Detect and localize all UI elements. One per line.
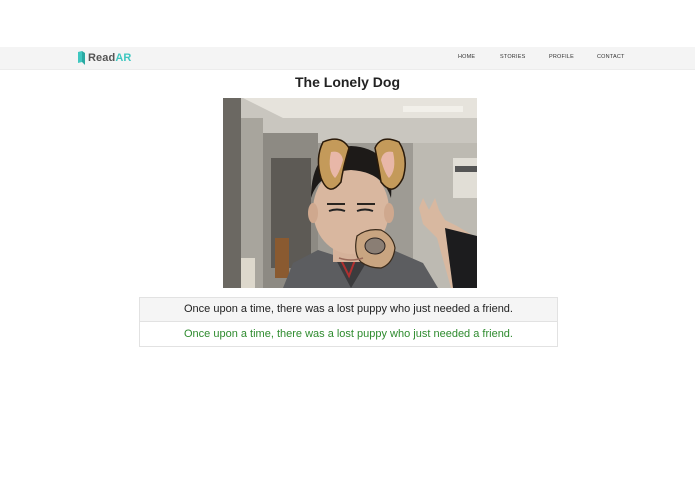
story-spoken-line: Once upon a time, there was a lost puppy… xyxy=(184,328,513,340)
nav-profile-link[interactable]: PROFILE xyxy=(549,54,574,60)
nav-links: HOME STORIES PROFILE CONTACT xyxy=(0,47,695,69)
camera-feed-image xyxy=(223,98,477,288)
story-text-box: Once upon a time, there was a lost puppy… xyxy=(139,297,558,347)
nav-contact-link[interactable]: CONTACT xyxy=(597,54,625,60)
top-navbar: ReadAR HOME STORIES PROFILE CONTACT xyxy=(0,47,695,70)
story-title: The Lonely Dog xyxy=(295,74,400,90)
camera-feed-with-dog-filter-icon xyxy=(223,98,477,288)
nav-home-link[interactable]: HOME xyxy=(458,54,475,60)
nav-stories-link[interactable]: STORIES xyxy=(500,54,525,60)
story-original-line: Once upon a time, there was a lost puppy… xyxy=(140,298,557,322)
